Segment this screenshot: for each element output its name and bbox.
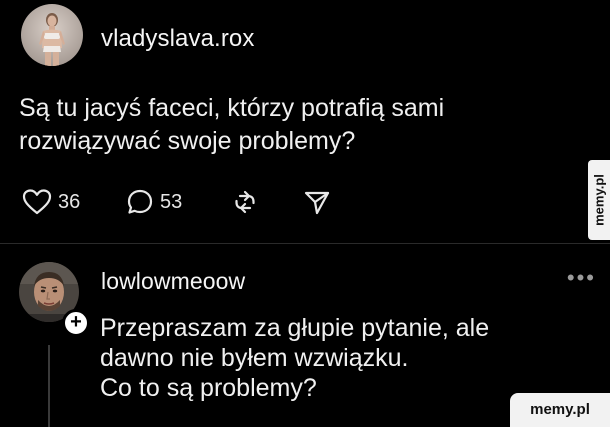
- side-watermark-text: memy.pl: [591, 174, 607, 226]
- post-divider: [0, 243, 610, 244]
- post-author-avatar[interactable]: [21, 4, 83, 66]
- post-actions: 36 53: [20, 186, 340, 218]
- follow-plus-button[interactable]: +: [62, 309, 90, 337]
- reply-text-line: dawno nie byłem wzwiązku.: [100, 344, 409, 372]
- side-watermark: memy.pl: [588, 160, 610, 240]
- share-button[interactable]: [302, 186, 332, 218]
- comment-bubble-icon: [127, 189, 153, 214]
- post-text: Są tu jacyś faceci, którzy potrafią sami…: [19, 94, 445, 155]
- original-post: vladyslava.rox Są tu jacyś faceci, którz…: [0, 0, 610, 240]
- post-author-username[interactable]: vladyslava.rox: [101, 25, 254, 53]
- reply-text: Przepraszam za głupie pytanie, ale dawno…: [100, 313, 580, 403]
- reply-button[interactable]: 53: [126, 186, 182, 218]
- repost-icon: [235, 190, 255, 214]
- thread-line: [48, 345, 50, 427]
- avatar-photo: [21, 4, 83, 66]
- heart-icon: [22, 189, 52, 215]
- bottom-watermark: memy.pl: [510, 393, 610, 427]
- reply-author-username[interactable]: lowlowmeoow: [101, 268, 245, 295]
- like-count: 36: [58, 190, 81, 213]
- reply-count: 53: [160, 190, 183, 213]
- more-options-icon[interactable]: •••: [567, 267, 596, 289]
- like-button[interactable]: 36: [22, 186, 80, 218]
- send-icon: [304, 191, 330, 215]
- reply-text-line: Co to są problemy?: [100, 374, 317, 402]
- reply-text-line: Przepraszam za głupie pytanie, ale: [100, 314, 490, 342]
- repost-button[interactable]: [230, 186, 260, 218]
